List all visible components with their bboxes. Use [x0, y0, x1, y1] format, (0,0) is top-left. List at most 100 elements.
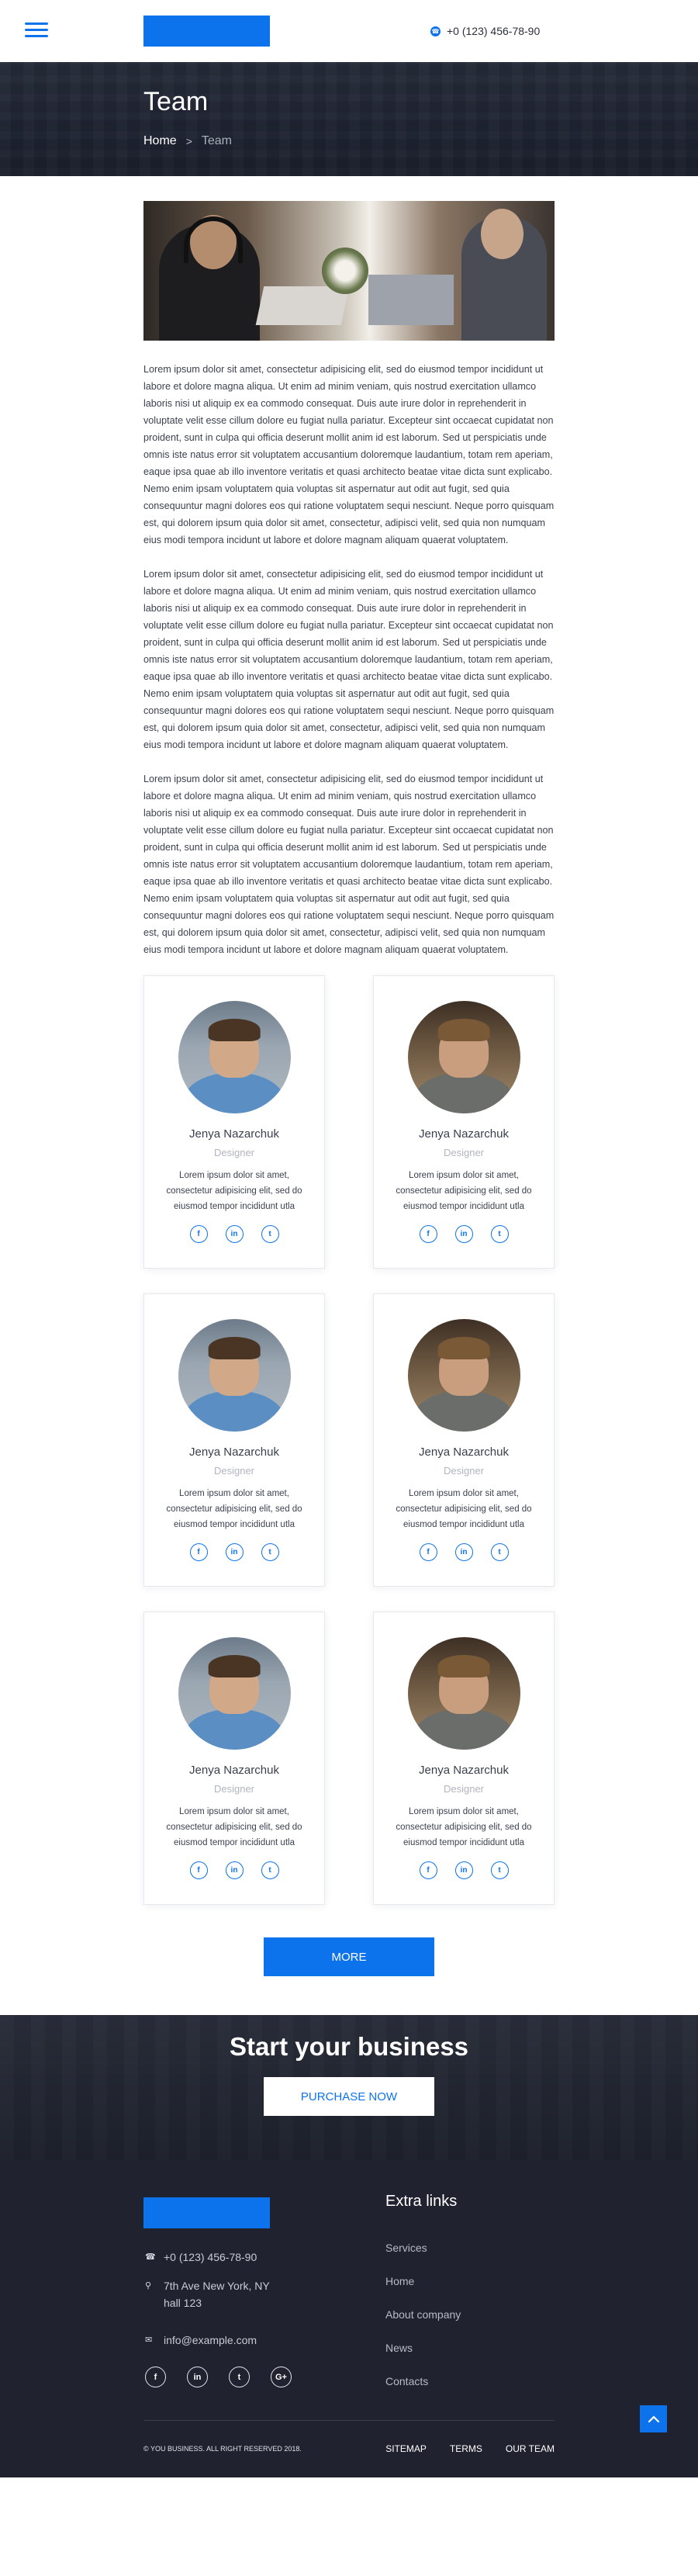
member-name: Jenya Nazarchuk [189, 1127, 279, 1141]
breadcrumb-home-link[interactable]: Home [143, 134, 177, 148]
facebook-icon[interactable]: f [189, 1543, 208, 1561]
site-logo[interactable] [143, 16, 270, 47]
footer-logo[interactable] [143, 2197, 270, 2228]
copyright: © YOU BUSINESS. ALL RIGHT RESERVED 2018. [143, 2445, 302, 2453]
google-plus-icon[interactable]: G+ [271, 2367, 292, 2387]
twitter-icon[interactable]: t [490, 1225, 509, 1243]
cta-title: Start your business [229, 2032, 469, 2061]
member-description: Lorem ipsum dolor sit amet, consectetur … [166, 1807, 302, 1847]
cta-banner: Start your business PURCHASE NOW [0, 2015, 698, 2160]
arrow-up-icon[interactable] [640, 2405, 667, 2432]
member-avatar [178, 1001, 291, 1113]
twitter-icon[interactable]: t [490, 1543, 509, 1561]
linkedin-icon[interactable]: in [225, 1225, 244, 1243]
mail-icon: ✉ [145, 2335, 153, 2345]
location-pin-icon: ⚲ [145, 2281, 152, 2290]
more-button[interactable]: MORE [264, 1937, 434, 1976]
facebook-icon[interactable]: f [419, 1861, 437, 1879]
member-socials: f in t [374, 1543, 554, 1561]
phone-icon: ☎ [145, 2252, 156, 2262]
member-role: Designer [443, 1783, 485, 1795]
footer-link-news[interactable]: News [385, 2342, 461, 2375]
linkedin-icon[interactable]: in [225, 1543, 244, 1561]
purchase-now-button[interactable]: PURCHASE NOW [264, 2077, 434, 2116]
page-title: Team [143, 87, 209, 116]
member-socials: f in t [374, 1861, 554, 1879]
footer-address-line1: 7th Ave New York, NY [164, 2280, 270, 2292]
footer-nav-sitemap[interactable]: SITEMAP [385, 2443, 427, 2454]
facebook-icon[interactable]: f [419, 1225, 437, 1243]
member-socials: f in t [144, 1861, 324, 1879]
member-role: Designer [443, 1147, 485, 1158]
site-footer: ☎ +0 (123) 456-78-90 ⚲ 7th Ave New York,… [0, 2160, 698, 2477]
member-socials: f in t [144, 1225, 324, 1243]
facebook-icon[interactable]: f [189, 1225, 208, 1243]
member-name: Jenya Nazarchuk [419, 1446, 509, 1459]
twitter-icon[interactable]: t [261, 1861, 279, 1879]
footer-socials: f in t G+ [145, 2367, 292, 2387]
member-name: Jenya Nazarchuk [419, 1764, 509, 1777]
hamburger-menu-icon[interactable] [25, 23, 48, 38]
linkedin-icon[interactable]: in [187, 2367, 208, 2387]
member-socials: f in t [374, 1225, 554, 1243]
breadcrumb-current: Team [201, 134, 232, 147]
member-role: Designer [213, 1147, 255, 1158]
member-name: Jenya Nazarchuk [189, 1764, 279, 1777]
team-grid: Jenya Nazarchuk Designer Lorem ipsum dol… [143, 975, 555, 1905]
phone-icon: ☎ [430, 26, 441, 36]
member-description: Lorem ipsum dolor sit amet, consectetur … [396, 1489, 532, 1529]
footer-phone-number: +0 (123) 456-78-90 [164, 2251, 257, 2263]
linkedin-icon[interactable]: in [454, 1543, 473, 1561]
header-phone[interactable]: ☎ +0 (123) 456-78-90 [430, 25, 540, 37]
facebook-icon[interactable]: f [419, 1543, 437, 1561]
member-avatar [178, 1637, 291, 1750]
team-card: Jenya Nazarchuk Designer Lorem ipsum dol… [143, 1612, 325, 1905]
footer-link-contacts[interactable]: Contacts [385, 2375, 461, 2408]
linkedin-icon[interactable]: in [225, 1861, 244, 1879]
footer-nav-our-team[interactable]: OUR TEAM [506, 2443, 555, 2454]
footer-nav-terms[interactable]: TERMS [450, 2443, 482, 2454]
linkedin-icon[interactable]: in [454, 1225, 473, 1243]
footer-link-about[interactable]: About company [385, 2308, 461, 2342]
twitter-icon[interactable]: t [229, 2367, 250, 2387]
member-socials: f in t [144, 1543, 324, 1561]
footer-email-address: info@example.com [164, 2334, 257, 2346]
member-avatar [178, 1319, 291, 1432]
footer-address-line2: hall 123 [164, 2297, 202, 2309]
header-phone-number: +0 (123) 456-78-90 [447, 25, 541, 37]
main-content: Lorem ipsum dolor sit amet, consectetur … [143, 201, 555, 1976]
team-card: Jenya Nazarchuk Designer Lorem ipsum dol… [143, 975, 325, 1269]
site-header: ☎ +0 (123) 456-78-90 [0, 0, 698, 62]
footer-address: ⚲ 7th Ave New York, NY hall 123 [145, 2277, 270, 2311]
twitter-icon[interactable]: t [261, 1543, 279, 1561]
footer-link-home[interactable]: Home [385, 2275, 461, 2308]
member-role: Designer [213, 1465, 255, 1477]
footer-divider [143, 2420, 555, 2421]
linkedin-icon[interactable]: in [454, 1861, 473, 1879]
article-paragraph: Lorem ipsum dolor sit amet, consectetur … [143, 569, 555, 750]
footer-phone[interactable]: ☎ +0 (123) 456-78-90 [145, 2249, 257, 2266]
footer-bottom-nav: SITEMAP TERMS OUR TEAM [385, 2443, 555, 2454]
member-description: Lorem ipsum dolor sit amet, consectetur … [166, 1489, 302, 1529]
member-description: Lorem ipsum dolor sit amet, consectetur … [166, 1171, 302, 1211]
extra-links-list: Services Home About company News Contact… [385, 2242, 461, 2408]
article-paragraph: Lorem ipsum dolor sit amet, consectetur … [143, 774, 555, 955]
breadcrumb-chevron-icon: > [185, 135, 192, 147]
member-name: Jenya Nazarchuk [189, 1446, 279, 1459]
team-photo [143, 201, 555, 341]
member-description: Lorem ipsum dolor sit amet, consectetur … [396, 1807, 532, 1847]
team-card: Jenya Nazarchuk Designer Lorem ipsum dol… [373, 975, 555, 1269]
facebook-icon[interactable]: f [145, 2367, 166, 2387]
team-card: Jenya Nazarchuk Designer Lorem ipsum dol… [373, 1612, 555, 1905]
member-avatar [407, 1319, 520, 1432]
twitter-icon[interactable]: t [261, 1225, 279, 1243]
twitter-icon[interactable]: t [490, 1861, 509, 1879]
member-role: Designer [443, 1465, 485, 1477]
member-role: Designer [213, 1783, 255, 1795]
member-description: Lorem ipsum dolor sit amet, consectetur … [396, 1171, 532, 1211]
footer-email[interactable]: ✉ info@example.com [145, 2332, 257, 2349]
member-avatar [407, 1001, 520, 1113]
facebook-icon[interactable]: f [189, 1861, 208, 1879]
footer-link-services[interactable]: Services [385, 2242, 461, 2275]
page-hero: Team Home > Team [0, 62, 698, 176]
